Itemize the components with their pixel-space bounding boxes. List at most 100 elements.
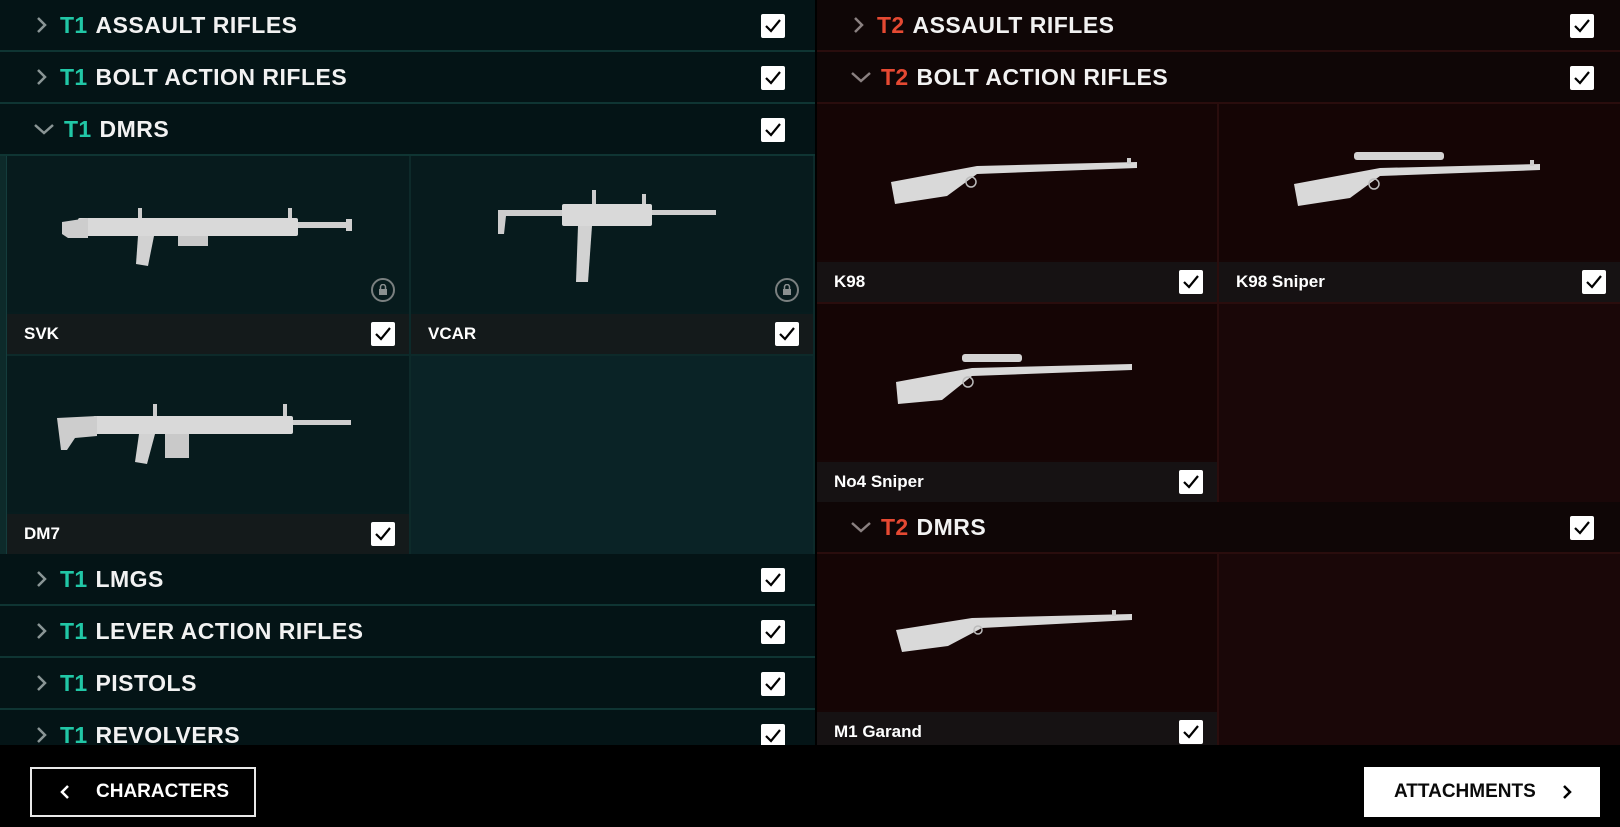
category-t2-bolt-action-rifles[interactable]: T2 BOLT ACTION RIFLES	[817, 52, 1620, 104]
checkmark-icon	[1574, 521, 1590, 535]
weapon-label-bar: DM7	[7, 514, 409, 554]
category-title: ASSAULT RIFLES	[95, 11, 298, 38]
category-title: REVOLVERS	[95, 721, 241, 746]
weapon-name: K98 Sniper	[1236, 272, 1325, 291]
category-t1-lmgs[interactable]: T1 LMGS	[0, 554, 815, 606]
checkmark-icon	[1183, 275, 1199, 289]
category-t2-dmrs[interactable]: T2 DMRS	[817, 502, 1620, 554]
weapon-name: K98	[834, 272, 866, 291]
chevron-right-icon	[1562, 785, 1572, 799]
weapon-checkbox[interactable]	[775, 322, 799, 346]
tier-label: T2	[877, 11, 905, 38]
weapon-checkbox[interactable]	[1179, 270, 1203, 294]
t2-weapons-panel: T2 ASSAULT RIFLES T2 BOLT ACTION RIFLES …	[817, 0, 1620, 745]
category-checkbox[interactable]	[1570, 516, 1594, 540]
weapon-tile-m1-garand[interactable]: M1 Garand	[817, 554, 1217, 745]
t1-weapons-panel: T1 ASSAULT RIFLES T1 BOLT ACTION RIFLES …	[0, 0, 815, 745]
chevron-down-icon	[849, 67, 873, 87]
attachments-button-label: ATTACHMENTS	[1394, 781, 1536, 802]
weapon-name: SVK	[24, 324, 59, 343]
weapon-tile-k98-sniper[interactable]: K98 Sniper	[1219, 104, 1620, 302]
weapon-label-bar: K98 Sniper	[1219, 262, 1620, 302]
category-title: LEVER ACTION RIFLES	[95, 617, 364, 644]
weapon-name: M1 Garand	[834, 722, 922, 741]
checkmark-icon	[1574, 19, 1590, 33]
weapon-checkbox[interactable]	[1179, 720, 1203, 744]
tier-label: T1	[60, 617, 88, 644]
category-title: BOLT ACTION RIFLES	[916, 63, 1169, 90]
weapon-label-bar: VCAR	[411, 314, 813, 354]
characters-button[interactable]: CHARACTERS	[30, 767, 256, 817]
checkmark-icon	[375, 327, 391, 341]
checkmark-icon	[1183, 475, 1199, 489]
category-t2-assault-rifles[interactable]: T2 ASSAULT RIFLES	[817, 0, 1620, 52]
checkmark-icon	[375, 527, 391, 541]
weapon-name: No4 Sniper	[834, 472, 924, 491]
chevron-down-icon	[32, 119, 56, 139]
attachments-button[interactable]: ATTACHMENTS	[1364, 767, 1600, 817]
weapon-grid-t2-dmrs: M1 Garand	[817, 554, 1620, 745]
characters-button-label: CHARACTERS	[96, 781, 229, 802]
weapon-grid-t1-dmrs: SVK VCAR DM7	[0, 156, 815, 554]
category-checkbox[interactable]	[761, 568, 785, 592]
category-t1-bolt-action-rifles[interactable]: T1 BOLT ACTION RIFLES	[0, 52, 815, 104]
weapon-checkbox[interactable]	[1582, 270, 1606, 294]
empty-tile	[1219, 554, 1620, 745]
chevron-right-icon	[34, 569, 50, 589]
category-t1-assault-rifles[interactable]: T1 ASSAULT RIFLES	[0, 0, 815, 52]
chevron-down-icon	[849, 517, 873, 537]
category-title: ASSAULT RIFLES	[912, 11, 1115, 38]
checkmark-icon	[765, 71, 781, 85]
category-checkbox[interactable]	[761, 620, 785, 644]
lock-icon	[371, 278, 395, 302]
category-checkbox[interactable]	[761, 66, 785, 90]
weapon-label-bar: No4 Sniper	[817, 462, 1217, 502]
weapon-tile-svk[interactable]: SVK	[7, 156, 409, 354]
weapon-tile-vcar[interactable]: VCAR	[411, 156, 813, 354]
weapon-name: DM7	[24, 524, 60, 543]
weapon-label-bar: M1 Garand	[817, 712, 1217, 745]
category-title: BOLT ACTION RIFLES	[95, 63, 348, 90]
category-checkbox[interactable]	[761, 14, 785, 38]
category-checkbox[interactable]	[761, 118, 785, 142]
chevron-right-icon	[34, 67, 50, 87]
category-title: DMRS	[916, 513, 987, 540]
category-t1-revolvers[interactable]: T1 REVOLVERS	[0, 710, 815, 745]
chevron-left-icon	[60, 785, 69, 799]
chevron-right-icon	[34, 673, 50, 693]
category-t1-lever-action-rifles[interactable]: T1 LEVER ACTION RIFLES	[0, 606, 815, 658]
weapon-checkbox[interactable]	[1179, 470, 1203, 494]
checkmark-icon	[765, 729, 781, 743]
tier-label: T2	[881, 63, 909, 90]
tier-label: T1	[60, 565, 88, 592]
tier-label: T2	[881, 513, 909, 540]
category-title: LMGS	[95, 565, 164, 592]
empty-tile	[1219, 304, 1620, 502]
tier-label: T1	[60, 11, 88, 38]
weapon-checkbox[interactable]	[371, 522, 395, 546]
category-t1-pistols[interactable]: T1 PISTOLS	[0, 658, 815, 710]
weapon-label-bar: SVK	[7, 314, 409, 354]
weapon-image-dm7	[7, 356, 409, 512]
tier-label: T1	[60, 669, 88, 696]
weapon-tile-no4-sniper[interactable]: No4 Sniper	[817, 304, 1217, 502]
checkmark-icon	[765, 625, 781, 639]
checkmark-icon	[765, 19, 781, 33]
category-checkbox[interactable]	[761, 672, 785, 696]
tier-label: T1	[60, 63, 88, 90]
category-checkbox[interactable]	[1570, 66, 1594, 90]
category-checkbox[interactable]	[761, 724, 785, 745]
category-t1-dmrs[interactable]: T1 DMRS	[0, 104, 815, 156]
weapon-checkbox[interactable]	[371, 322, 395, 346]
weapon-tile-k98[interactable]: K98	[817, 104, 1217, 302]
weapon-tile-dm7[interactable]: DM7	[7, 356, 409, 554]
weapon-image-no4-sniper	[817, 304, 1217, 460]
weapon-grid-t2-bolt-action: K98 K98 Sniper No4 Sniper	[817, 104, 1620, 502]
chevron-right-icon	[34, 725, 50, 745]
weapon-image-k98-sniper	[1219, 104, 1620, 260]
checkmark-icon	[1183, 725, 1199, 739]
chevron-right-icon	[851, 15, 867, 35]
checkmark-icon	[765, 677, 781, 691]
tier-label: T1	[60, 721, 88, 746]
category-checkbox[interactable]	[1570, 14, 1594, 38]
